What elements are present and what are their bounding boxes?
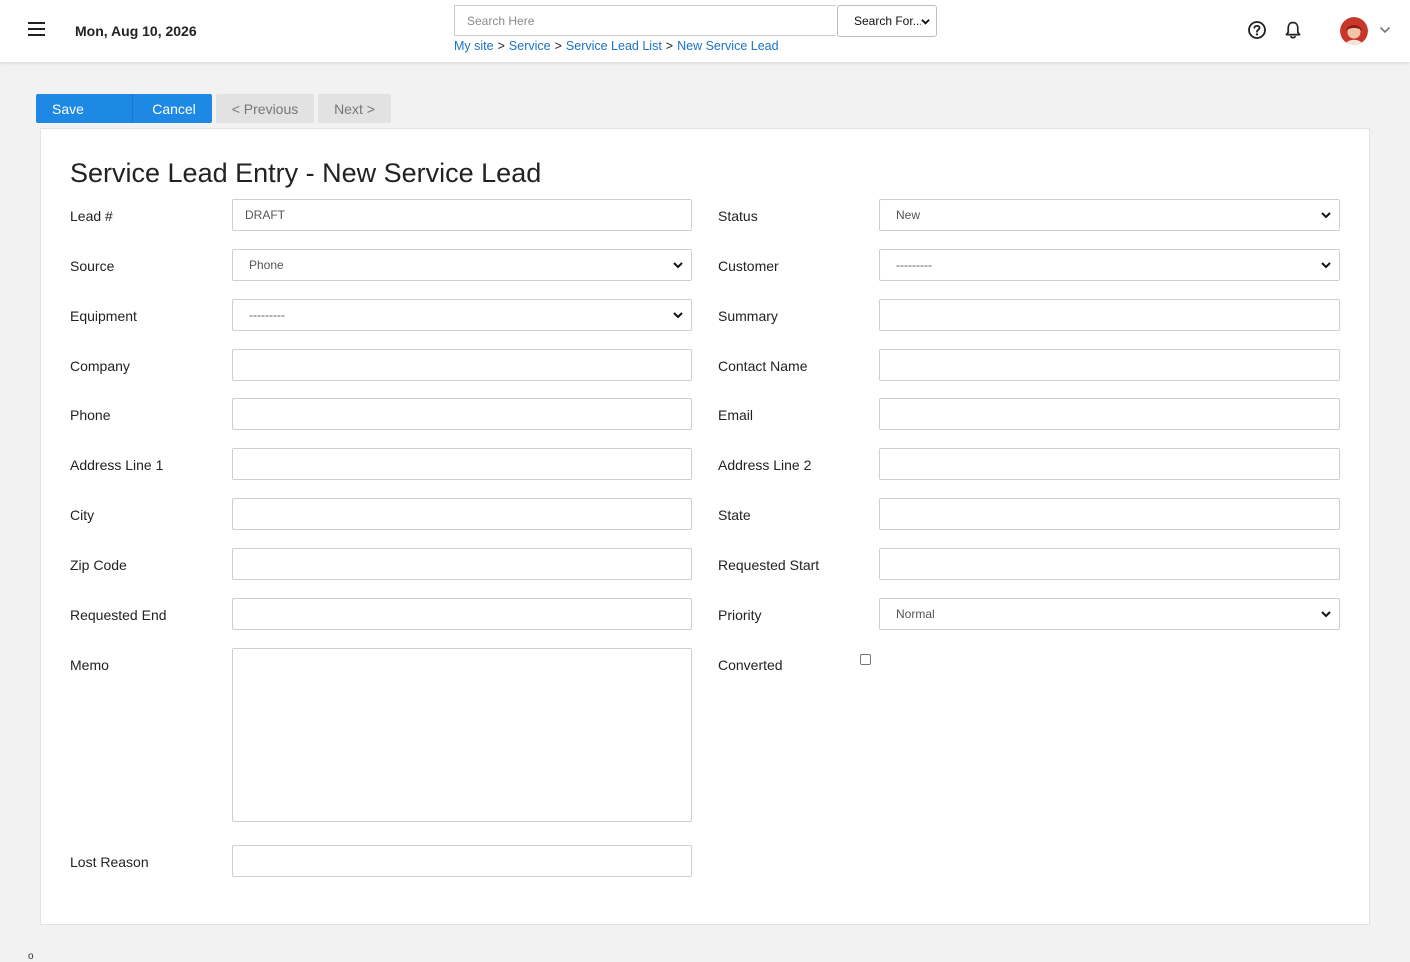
chevron-down-icon (1321, 212, 1331, 219)
email-field[interactable] (879, 398, 1340, 430)
breadcrumb-my-site[interactable]: My site (454, 39, 494, 53)
top-bar: Mon, Aug 10, 2026 Search For... My site>… (0, 0, 1410, 62)
state-label: State (718, 507, 751, 523)
chevron-down-icon (673, 312, 683, 319)
summary-label: Summary (718, 308, 778, 324)
breadcrumb-service-lead-list[interactable]: Service Lead List (566, 39, 662, 53)
requested-end-label: Requested End (70, 607, 167, 623)
chevron-down-icon[interactable] (1379, 25, 1391, 35)
priority-label: Priority (718, 607, 762, 623)
converted-label: Converted (718, 657, 783, 673)
lead-number-label: Lead # (70, 208, 113, 224)
summary-field[interactable] (879, 299, 1340, 331)
page-title: Service Lead Entry - New Service Lead (70, 158, 542, 188)
service-lead-form: Service Lead Entry - New Service Lead Le… (40, 128, 1370, 925)
save-button[interactable]: Save (36, 94, 132, 123)
search-input[interactable] (454, 5, 836, 36)
customer-select[interactable]: --------- (879, 249, 1340, 281)
memo-label: Memo (70, 657, 109, 673)
current-date: Mon, Aug 10, 2026 (75, 23, 197, 39)
breadcrumb: My site > Service > Service Lead List > New Se… (454, 39, 779, 53)
bell-icon[interactable] (1283, 20, 1303, 40)
requested-start-field[interactable] (879, 548, 1340, 580)
city-field[interactable] (232, 498, 692, 530)
company-label: Company (70, 358, 130, 374)
equipment-select[interactable]: --------- (232, 299, 692, 331)
next-button[interactable]: Next > (318, 94, 391, 123)
state-field[interactable] (879, 498, 1340, 530)
breadcrumb-separator: > (665, 39, 674, 53)
requested-start-label: Requested Start (718, 557, 820, 573)
avatar[interactable] (1340, 17, 1368, 45)
customer-label: Customer (718, 258, 779, 274)
help-icon[interactable] (1247, 20, 1267, 40)
search-scope-select[interactable]: Search For... (837, 5, 937, 37)
contact-name-field[interactable] (879, 349, 1340, 381)
user-avatar-icon (1340, 17, 1368, 45)
search-scope-value: Search For... (854, 14, 921, 28)
lost-reason-field[interactable] (232, 845, 692, 877)
chevron-down-icon (921, 18, 930, 25)
phone-label: Phone (70, 407, 111, 423)
requested-end-field[interactable] (232, 598, 692, 630)
phone-field[interactable] (232, 398, 692, 430)
breadcrumb-separator: > (497, 39, 505, 53)
equipment-value: --------- (249, 308, 285, 322)
status-select[interactable]: New (879, 199, 1340, 231)
address-line-1-label: Address Line 1 (70, 457, 164, 473)
email-label: Email (718, 407, 754, 423)
breadcrumb-service[interactable]: Service (509, 39, 551, 53)
source-select[interactable]: Phone (232, 249, 692, 281)
memo-field[interactable] (232, 648, 692, 822)
address-line-1-field[interactable] (232, 448, 692, 480)
chevron-down-icon (673, 262, 683, 269)
status-value: New (896, 208, 921, 222)
equipment-label: Equipment (70, 308, 137, 324)
address-line-2-label: Address Line 2 (718, 457, 812, 473)
zip-code-label: Zip Code (70, 557, 127, 573)
company-field[interactable] (232, 349, 692, 381)
status-label: Status (718, 208, 758, 224)
chevron-down-icon (1321, 611, 1331, 618)
converted-checkbox[interactable] (860, 654, 871, 665)
lead-number-field[interactable] (232, 199, 692, 231)
lost-reason-label: Lost Reason (70, 854, 149, 870)
priority-value: Normal (896, 607, 935, 621)
chevron-down-icon (1321, 262, 1331, 269)
footer-glyph: o (28, 951, 34, 962)
menu-icon[interactable] (28, 22, 45, 36)
city-label: City (70, 507, 95, 523)
cancel-button[interactable]: Cancel (136, 94, 212, 123)
breadcrumb-new-service-lead[interactable]: New Service Lead (677, 39, 778, 53)
source-label: Source (70, 258, 115, 274)
previous-button[interactable]: < Previous (216, 94, 314, 123)
priority-select[interactable]: Normal (879, 598, 1340, 630)
address-line-2-field[interactable] (879, 448, 1340, 480)
customer-value: --------- (896, 258, 932, 272)
breadcrumb-separator: > (554, 39, 562, 53)
source-value: Phone (249, 258, 284, 272)
zip-code-field[interactable] (232, 548, 692, 580)
contact-name-label: Contact Name (718, 358, 808, 374)
